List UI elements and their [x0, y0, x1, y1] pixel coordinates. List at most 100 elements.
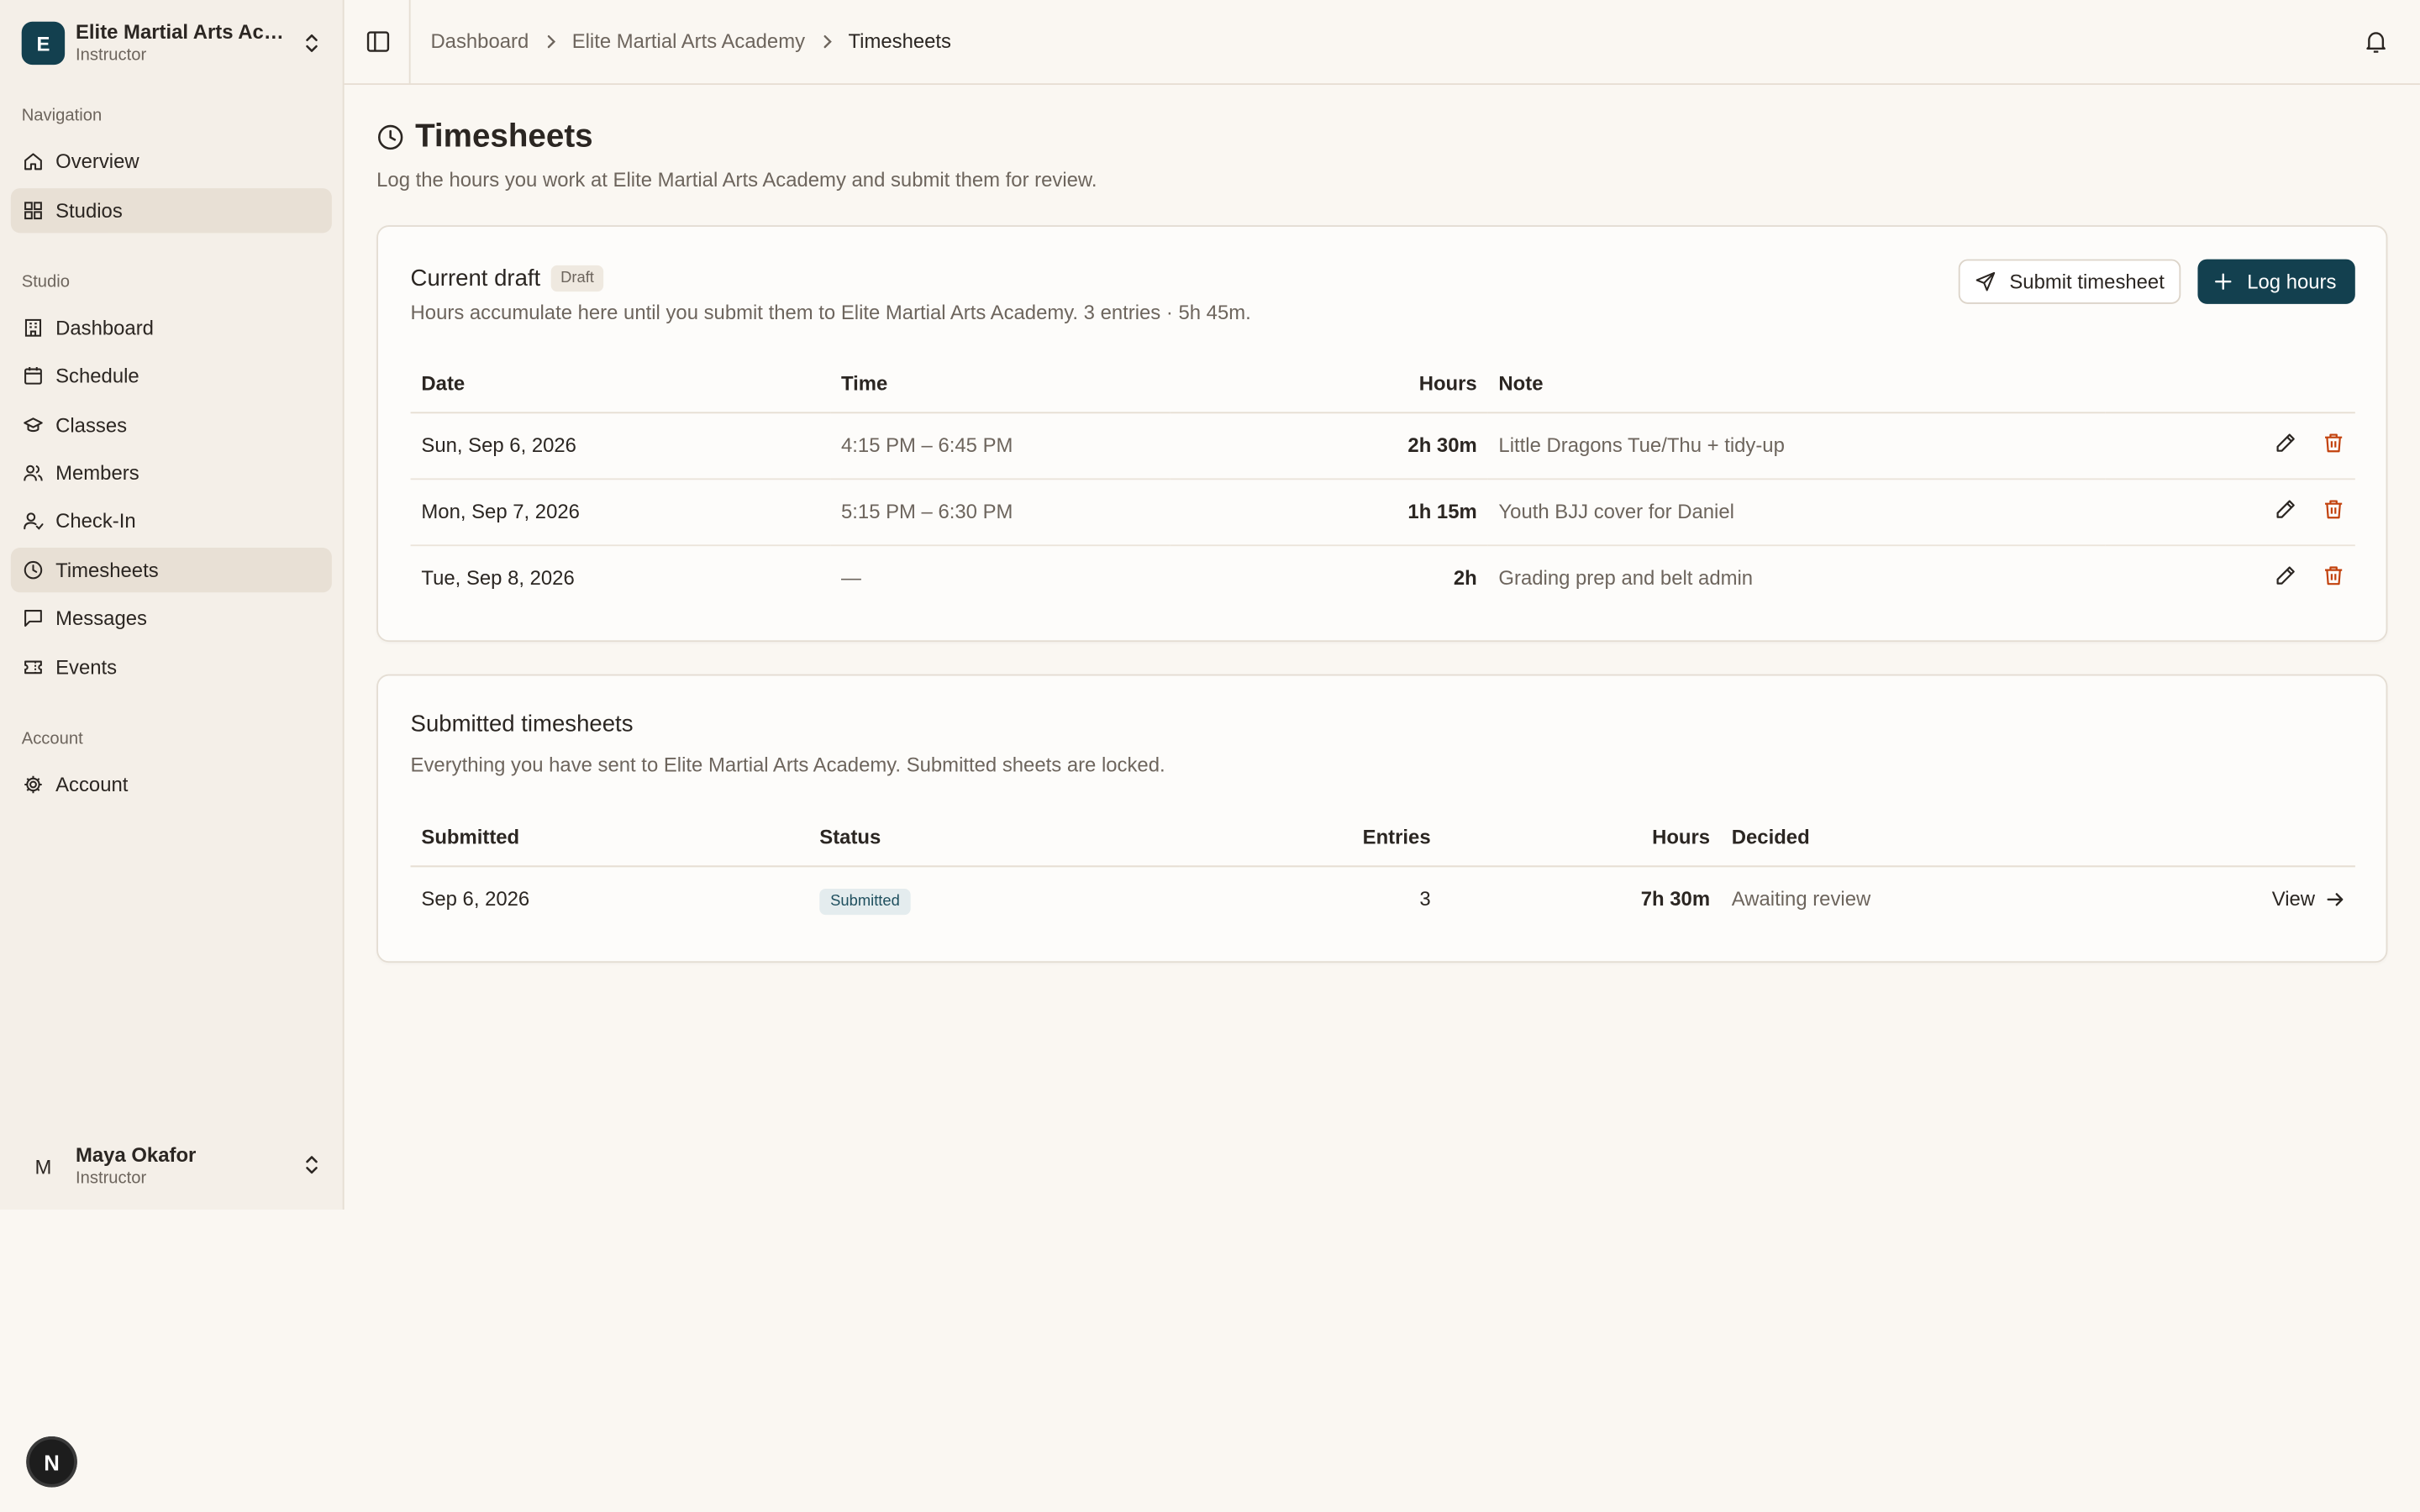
entry-hours: 2h 30m [1170, 412, 1488, 480]
sidebar-item-studios[interactable]: Studios [10, 188, 332, 234]
breadcrumb: Dashboard Elite Martial Arts Academy Tim… [430, 29, 951, 53]
gear-icon [24, 774, 44, 795]
chevrons-up-down-icon [306, 34, 318, 52]
column-header-actions [2137, 808, 2355, 867]
sidebar-item-label: Timesheets [55, 558, 159, 582]
entry-hours: 2h [1453, 566, 1477, 591]
org-role: Instructor [75, 46, 147, 66]
table-row: Tue, Sep 8, 2026 — 2h Grading prep and b… [411, 544, 2355, 611]
sidebar-item-label: Classes [55, 413, 128, 437]
breadcrumb-dashboard[interactable]: Dashboard [430, 29, 529, 53]
user-role: Instructor [75, 1169, 147, 1189]
sidebar-item-timesheets[interactable]: Timesheets [10, 548, 332, 593]
building-icon [24, 318, 44, 338]
table-row: Sep 6, 2026 Submitted 3 7h 30m Awaiting … [411, 865, 2355, 932]
table-row: Sun, Sep 6, 2026 4:15 PM – 6:45 PM 2h 30… [410, 412, 2355, 480]
breadcrumb-studio[interactable]: Elite Martial Arts Academy [572, 29, 805, 53]
submitted-hours: 7h 30m [1640, 887, 1711, 911]
sidebar-item-classes[interactable]: Classes [11, 402, 332, 447]
org-switcher[interactable]: E Elite Martial Arts Academy Instructor [21, 20, 330, 66]
submitted-entries: 3 [1419, 887, 1431, 911]
current-draft-card: Current draft Draft Hours accumulate her… [376, 225, 2388, 643]
trash-icon[interactable] [2323, 565, 2344, 587]
entry-time: 5:15 PM – 6:30 PM [830, 478, 1171, 546]
pencil-icon[interactable] [2275, 565, 2296, 587]
graduation-cap-icon [24, 415, 44, 435]
ticket-icon [24, 657, 44, 677]
draft-table: Date Time Hours Note Sun, Sep 6, 2026 4:… [410, 354, 2355, 611]
sidebar-toggle-icon[interactable] [366, 29, 390, 54]
sidebar-item-messages[interactable]: Messages [11, 596, 332, 640]
breadcrumb-current: Timesheets [848, 29, 952, 53]
draft-description: Hours accumulate here until you submit t… [410, 301, 1251, 324]
submitted-date: Sep 6, 2026 [421, 887, 530, 911]
clock-icon [377, 124, 403, 150]
submitted-table: Submitted Status Entries Hours Decided S… [410, 808, 2355, 932]
sidebar-item-check-in[interactable]: Check-In [11, 498, 332, 543]
trash-icon[interactable] [2323, 432, 2344, 454]
sidebar-item-schedule[interactable]: Schedule [11, 354, 332, 398]
log-hours-button[interactable]: Log hours [2197, 259, 2355, 304]
org-avatar: E [21, 21, 66, 66]
table-header-row: Date Time Hours Note [410, 354, 2355, 413]
submitted-title: Submitted timesheets [410, 711, 634, 738]
sidebar-item-dashboard[interactable]: Dashboard [11, 306, 332, 350]
entry-date: Sun, Sep 6, 2026 [410, 412, 831, 480]
send-icon [1975, 271, 1996, 291]
sidebar-item-overview[interactable]: Overview [11, 139, 332, 183]
sidebar-item-label: Messages [55, 606, 147, 630]
column-header-hours: Hours [1441, 808, 1721, 867]
page-subtitle: Log the hours you work at Elite Martial … [376, 168, 1097, 192]
avatar: M [34, 1154, 52, 1179]
entry-date: Mon, Sep 7, 2026 [410, 478, 831, 546]
sidebar-item-members[interactable]: Members [11, 450, 332, 495]
column-header-status: Status [808, 808, 1180, 867]
view-label: View [2271, 887, 2316, 911]
entry-time: — [841, 566, 861, 591]
entry-note: Youth BJJ cover for Daniel [1487, 478, 2106, 546]
pencil-icon[interactable] [2275, 432, 2296, 454]
table-row: Mon, Sep 7, 2026 5:15 PM – 6:30 PM 1h 15… [410, 478, 2355, 546]
clock-icon [24, 560, 44, 580]
entry-note: Little Dragons Tue/Thu + tidy-up [1487, 412, 2106, 480]
entry-time: 4:15 PM – 6:45 PM [830, 412, 1171, 480]
entry-note: Grading prep and belt admin [1498, 566, 1754, 591]
view-timesheet-link[interactable]: View [2272, 888, 2344, 911]
sidebar-item-account[interactable]: Account [11, 762, 332, 806]
sidebar-item-label: Schedule [55, 364, 139, 388]
sidebar-item-label: Account [55, 773, 129, 796]
users-icon [24, 463, 44, 483]
user-name: Maya Okafor [75, 1142, 197, 1167]
submit-timesheet-button[interactable]: Submit timesheet [1958, 259, 2182, 304]
sidebar-item-label: Members [55, 461, 139, 485]
submitted-description: Everything you have sent to Elite Martia… [410, 753, 1165, 776]
submitted-timesheets-card: Submitted timesheets Everything you have… [376, 674, 2388, 963]
sidebar-item-label: Events [55, 655, 118, 680]
column-header-decided: Decided [1720, 808, 2138, 867]
trash-icon[interactable] [2323, 498, 2344, 520]
column-header-hours: Hours [1170, 354, 1488, 413]
calendar-icon [24, 365, 44, 386]
topbar-divider [408, 0, 411, 86]
page-title: Timesheets [376, 118, 593, 155]
user-menu[interactable]: M Maya Okafor Instructor [22, 1142, 330, 1191]
arrow-right-icon [2327, 892, 2344, 906]
sidebar-item-events[interactable]: Events [11, 645, 332, 690]
plus-icon [2215, 273, 2232, 290]
org-name: Elite Martial Arts Academy [75, 21, 292, 44]
bell-icon[interactable] [2365, 29, 2388, 54]
entry-hours: 1h 15m [1170, 478, 1488, 546]
pencil-icon[interactable] [2275, 498, 2296, 520]
draft-title-text: Current draft [410, 265, 541, 292]
page-heading: Timesheets [415, 118, 593, 155]
sidebar-item-label: Studios [55, 198, 123, 223]
dev-tools-badge[interactable]: N [26, 1436, 77, 1488]
column-header-submitted: Submitted [410, 808, 809, 867]
draft-badge: Draft [551, 265, 603, 292]
column-header-time: Time [830, 354, 1171, 413]
sidebar-item-label: Overview [55, 150, 139, 173]
grid-icon [24, 201, 44, 221]
submitted-decided: Awaiting review [1731, 887, 1871, 911]
draft-title: Current draft Draft [410, 265, 603, 292]
top-bar: Dashboard Elite Martial Arts Academy Tim… [344, 0, 2420, 86]
